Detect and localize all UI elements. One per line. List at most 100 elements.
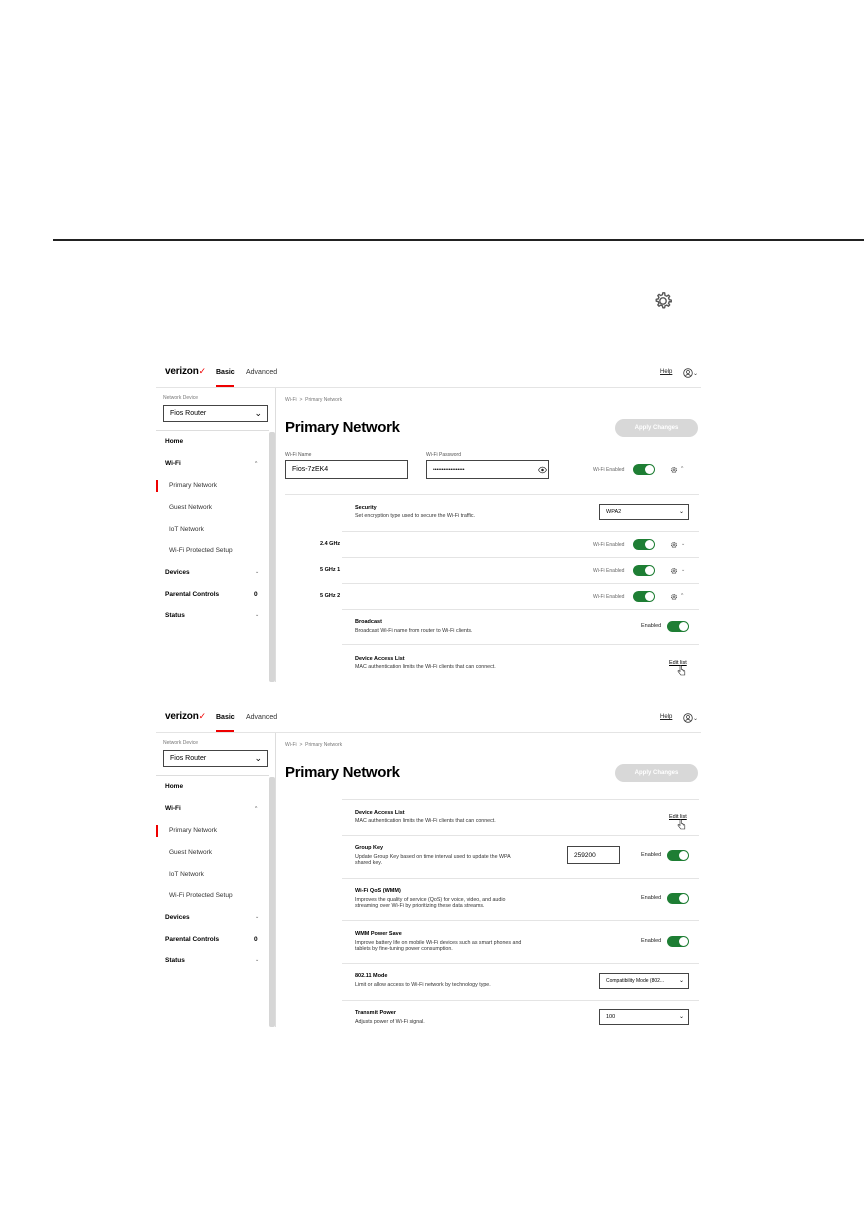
sidebar-item-primary-network[interactable]: Primary Network [169,482,217,489]
broadcast-toggle[interactable] [667,621,689,632]
help-link[interactable]: Help [660,369,672,375]
divider [342,963,699,964]
sidebar-item-devices[interactable]: Devices [165,569,190,576]
broadcast-enabled-label: Enabled [641,623,662,629]
main-content: Wi-Fi > Primary Network Primary Network … [277,388,701,682]
security-select[interactable]: WPA2 ⌄ [599,504,689,520]
broadcast-description: Broadcast Wi-Fi name from router to Wi-F… [355,628,473,634]
chevron-up-icon: ^ [255,806,258,812]
password-value: •••••••••••••••••• [433,467,465,473]
band-5ghz-1-label: 5 GHz 1 [320,567,341,573]
wifi-enabled-label: Wi-Fi Enabled [593,467,625,473]
sidebar-item-primary-network[interactable]: Primary Network [169,827,217,834]
sidebar-item-wps[interactable]: Wi-Fi Protected Setup [169,547,233,554]
band-24ghz-label: 2.4 GHz [320,541,341,547]
hand-cursor-icon [677,665,686,676]
tab-advanced[interactable]: Advanced [246,369,277,376]
wmm-enabled-label: Enabled [641,895,662,901]
sidebar-item-status[interactable]: Status [165,957,185,964]
device-access-list-title: Device Access List [355,656,405,662]
eye-icon[interactable] [538,466,547,474]
user-icon[interactable] [683,713,693,723]
section-divider [53,239,864,241]
tab-basic[interactable]: Basic [216,714,235,721]
wmm-power-save-toggle[interactable] [667,936,689,947]
band-5ghz-2-toggle[interactable] [633,591,655,602]
divider [342,531,699,532]
wifi-name-input[interactable]: Fios-7zEK4 [285,460,408,479]
group-key-enabled-label: Enabled [641,852,662,858]
sidebar-item-home[interactable]: Home [165,783,183,790]
chevron-down-icon[interactable]: ⌄ [681,567,685,573]
chevron-down-icon: ⌄ [678,1014,684,1020]
router-screen-primary-network-advanced: verizon✓ Basic Advanced Help ⌄ Network D… [156,705,701,1027]
verizon-logo: verizon✓ [165,366,206,377]
wifi-enabled-toggle[interactable] [633,464,655,475]
sidebar-item-parental-controls[interactable]: Parental Controls [165,591,219,598]
parental-controls-count: 0 [254,591,258,598]
group-key-toggle[interactable] [667,850,689,861]
tab-advanced[interactable]: Advanced [246,714,277,721]
sidebar-scrollbar[interactable] [269,777,275,1027]
chevron-down-icon[interactable]: ⌄ [681,541,685,547]
chevron-down-icon[interactable]: ⌄ [693,370,698,377]
band-24ghz-enabled-label: Wi-Fi Enabled [593,542,625,548]
wifi-password-label: Wi-Fi Password [426,452,462,458]
sidebar-item-wps[interactable]: Wi-Fi Protected Setup [169,892,233,899]
wmm-power-save-description-line2: tablets by fine-tuning power consumption… [355,946,453,952]
sidebar-scrollbar[interactable] [269,432,275,682]
band-5ghz-2-enabled-label: Wi-Fi Enabled [593,594,625,600]
top-nav: verizon✓ Basic Advanced Help ⌄ [156,360,701,388]
sidebar-item-home[interactable]: Home [165,438,183,445]
gear-icon[interactable] [670,466,678,474]
page-title: Primary Network [285,419,400,436]
sidebar-item-iot-network[interactable]: IoT Network [169,871,204,878]
network-device-label: Network Device [163,740,199,746]
chevron-down-icon[interactable]: ⌄ [693,715,698,722]
sidebar: Network Device Fios Router ⌄ Home Wi-Fi ^… [156,388,276,682]
80211-mode-select[interactable]: Compatibility Mode (802... ⌄ [599,973,689,989]
transmit-power-title: Transmit Power [355,1010,396,1016]
chevron-up-icon[interactable]: ^ [681,466,683,472]
page-title: Primary Network [285,764,400,781]
transmit-power-select[interactable]: 100 ⌄ [599,1009,689,1025]
network-device-select[interactable]: Fios Router ⌄ [163,750,268,767]
sidebar-item-wifi[interactable]: Wi-Fi [165,805,181,812]
device-access-list-title: Device Access List [355,810,405,816]
chevron-down-icon: ⌄ [255,612,260,618]
active-item-indicator [156,480,158,492]
chevron-down-icon: ⌄ [254,408,262,418]
broadcast-title: Broadcast [355,619,382,625]
sidebar-item-status[interactable]: Status [165,612,185,619]
divider [285,494,699,495]
band-5ghz-1-toggle[interactable] [633,565,655,576]
wifi-password-input[interactable]: •••••••••••••••••• [426,460,549,479]
divider [342,609,699,610]
help-link[interactable]: Help [660,714,672,720]
group-key-interval-input[interactable]: 259200 [567,846,620,864]
chevron-up-icon: ^ [255,461,258,467]
gear-icon [655,292,672,309]
sidebar-item-wifi[interactable]: Wi-Fi [165,460,181,467]
band-5ghz-2-label: 5 GHz 2 [320,593,341,599]
sidebar-item-devices[interactable]: Devices [165,914,190,921]
sidebar-item-guest-network[interactable]: Guest Network [169,849,212,856]
sidebar-item-guest-network[interactable]: Guest Network [169,504,212,511]
band-24ghz-toggle[interactable] [633,539,655,550]
chevron-up-icon[interactable]: ^ [681,593,683,599]
gear-icon[interactable] [670,593,678,601]
network-device-select[interactable]: Fios Router ⌄ [163,405,268,422]
wmm-toggle[interactable] [667,893,689,904]
apply-changes-button[interactable]: Apply Changes [615,764,698,782]
band-5ghz-1-enabled-label: Wi-Fi Enabled [593,568,625,574]
tab-basic[interactable]: Basic [216,369,235,376]
divider [342,878,699,879]
gear-icon[interactable] [670,541,678,549]
group-key-title: Group Key [355,845,384,851]
main-content: Wi-Fi > Primary Network Primary Network … [277,733,701,1027]
user-icon[interactable] [683,368,693,378]
apply-changes-button[interactable]: Apply Changes [615,419,698,437]
gear-icon[interactable] [670,567,678,575]
sidebar-item-parental-controls[interactable]: Parental Controls [165,936,219,943]
sidebar-item-iot-network[interactable]: IoT Network [169,526,204,533]
